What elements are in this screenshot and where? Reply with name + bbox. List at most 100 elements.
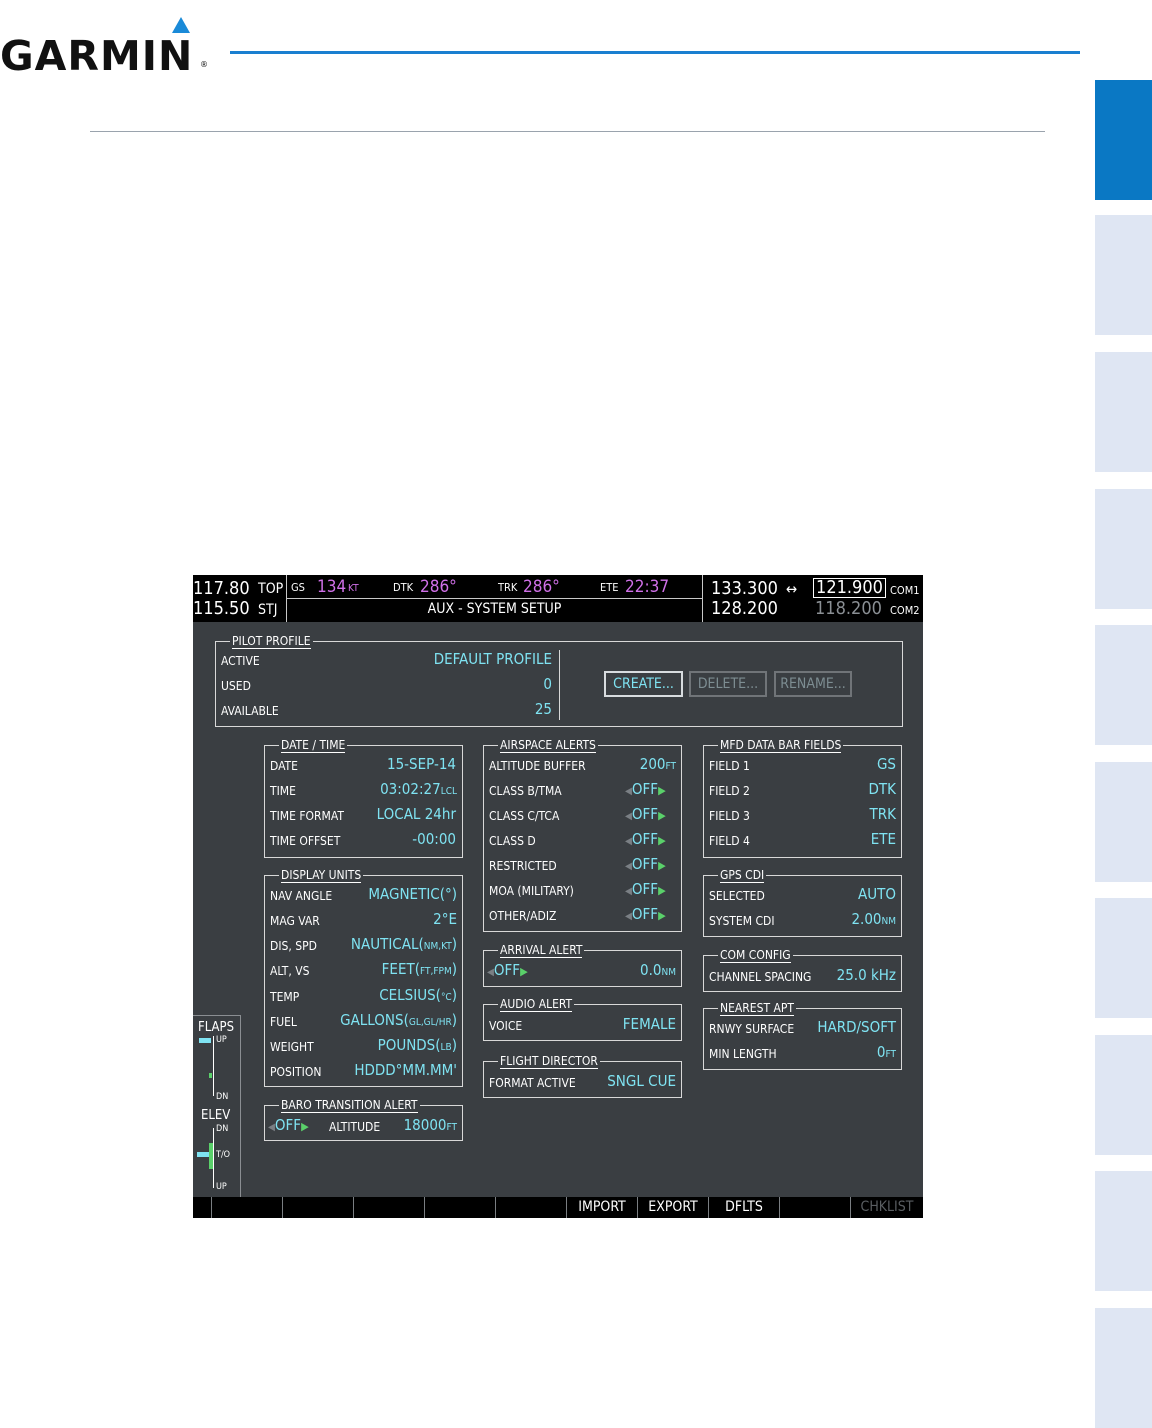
field-2-value[interactable]: DTK [824, 780, 896, 798]
time-format-value[interactable]: LOCAL 24hr [365, 805, 456, 823]
export-softkey[interactable]: EXPORT [637, 1197, 708, 1218]
voice-label: VOICE [489, 1019, 523, 1033]
weight-value[interactable]: POUNDS(LB) [325, 1036, 457, 1054]
time-offset-value[interactable]: -00:00 [365, 830, 456, 848]
rnwy-surface-value[interactable]: HARD/SOFT [804, 1018, 896, 1036]
temp-value[interactable]: CELSIUS(°C) [325, 986, 457, 1004]
delete-button[interactable]: DELETE... [689, 671, 767, 697]
time-value: 03:02:27LCL [380, 780, 457, 798]
softkey-9[interactable] [779, 1197, 850, 1218]
mag-var-value[interactable]: 2°E [335, 910, 457, 928]
moa-toggle[interactable]: ◀OFF▶ [625, 880, 666, 898]
right-arrow-icon: ▶ [301, 1120, 309, 1133]
import-softkey[interactable]: IMPORT [566, 1197, 637, 1218]
elev-to-label: T/O [216, 1150, 231, 1160]
arrival-state-toggle[interactable]: ◀OFF▶ [487, 961, 528, 979]
class-b-label: CLASS B/TMA [489, 784, 562, 798]
dis-spd-value[interactable]: NAUTICAL(NM,KT) [325, 935, 457, 953]
cdi-selected-value[interactable]: AUTO [824, 885, 896, 903]
nav2-ident: STJ [258, 602, 278, 618]
section-tab-10[interactable] [1095, 1308, 1152, 1428]
checklist-softkey[interactable]: CHKLIST [850, 1197, 923, 1218]
nav-angle-label: NAV ANGLE [270, 889, 333, 903]
min-length-value[interactable]: 0FT [824, 1043, 896, 1061]
softkey-3[interactable] [353, 1197, 424, 1218]
field-1-value[interactable]: GS [824, 755, 896, 773]
defaults-softkey[interactable]: DFLTS [708, 1197, 779, 1218]
airspace-alerts-title: AIRSPACE ALERTS [498, 737, 598, 753]
softkey-1[interactable] [211, 1197, 282, 1218]
section-tab-9[interactable] [1095, 1171, 1152, 1291]
section-tab-2[interactable] [1095, 215, 1152, 335]
section-tab-3[interactable] [1095, 352, 1152, 472]
section-tab-1[interactable] [1095, 80, 1152, 200]
baro-altitude-value[interactable]: 18000FT [385, 1116, 457, 1134]
field-4-value[interactable]: ETE [824, 830, 896, 848]
flaps-marker [209, 1073, 212, 1078]
ete-label: ETE [600, 581, 619, 594]
section-rule [90, 131, 1045, 132]
display-units-box: DISPLAY UNITS NAV ANGLE MAGNETIC(°) MAG … [264, 867, 463, 1087]
altitude-buffer-label: ALTITUDE BUFFER [489, 759, 586, 773]
mfd-data-bar-box: MFD DATA BAR FIELDS FIELD 1 GS FIELD 2 D… [703, 737, 902, 858]
pilot-profile-title: PILOT PROFILE [230, 633, 313, 649]
display-units-title: DISPLAY UNITS [279, 867, 364, 883]
create-button[interactable]: CREATE... [604, 671, 683, 697]
date-value[interactable]: 15-SEP-14 [345, 755, 456, 773]
flaps-scale [213, 1036, 214, 1096]
softkey-2[interactable] [282, 1197, 353, 1218]
section-tab-5[interactable] [1095, 625, 1152, 745]
format-active-label: FORMAT ACTIVE [489, 1076, 576, 1090]
frame-mask [484, 905, 681, 908]
rnwy-surface-label: RNWY SURFACE [709, 1022, 795, 1036]
frame-edge [681, 906, 682, 931]
fuel-value[interactable]: GALLONS(GL,GL/HR) [315, 1011, 457, 1029]
voice-value[interactable]: FEMALE [584, 1015, 676, 1033]
field-3-value[interactable]: TRK [824, 805, 896, 823]
position-value[interactable]: HDDD°MM.MM' [335, 1061, 457, 1079]
class-d-toggle[interactable]: ◀OFF▶ [625, 830, 666, 848]
flaps-up-label: UP [216, 1035, 227, 1045]
arrival-distance-value[interactable]: 0.0NM [604, 961, 676, 979]
airspace-alerts-box: AIRSPACE ALERTS ALTITUDE BUFFER 200FT CL… [483, 737, 682, 907]
ete-value: 22:37 [625, 577, 670, 597]
format-active-value[interactable]: SNGL CUE [584, 1072, 676, 1090]
available-value: 25 [534, 700, 552, 718]
trk-label: TRK [498, 581, 518, 594]
flight-director-title: FLIGHT DIRECTOR [498, 1053, 600, 1069]
nav-angle-value[interactable]: MAGNETIC(°) [335, 885, 457, 903]
section-tab-8[interactable] [1095, 1035, 1152, 1155]
nearest-apt-box: NEAREST APT RNWY SURFACE HARD/SOFT MIN L… [703, 1000, 902, 1070]
time-label: TIME [270, 784, 296, 798]
top-status-bar: 117.80 TOP 115.50 STJ GS 134 KT DTK 286°… [193, 575, 923, 622]
section-tab-4[interactable] [1095, 489, 1152, 609]
fuel-label: FUEL [270, 1015, 297, 1029]
profile-divider [559, 650, 560, 720]
position-label: POSITION [270, 1065, 322, 1079]
logo-triangle-icon [172, 17, 190, 33]
alt-vs-value[interactable]: FEET(FT,FPM) [325, 960, 457, 978]
restricted-toggle[interactable]: ◀OFF▶ [625, 855, 666, 873]
section-tab-6[interactable] [1095, 762, 1152, 882]
class-b-toggle[interactable]: ◀OFF▶ [625, 780, 666, 798]
altitude-buffer-value[interactable]: 200FT [604, 755, 676, 773]
com1-standby-freq[interactable]: 121.900 [813, 578, 886, 598]
registered-mark-icon: ® [200, 60, 208, 69]
class-c-label: CLASS C/TCA [489, 809, 560, 823]
com2-standby-freq[interactable]: 118.200 [815, 599, 882, 619]
softkey-5[interactable] [495, 1197, 566, 1218]
gps-cdi-box: GPS CDI SELECTED AUTO SYSTEM CDI 2.00NM [703, 867, 902, 937]
nearest-apt-title: NEAREST APT [718, 1000, 796, 1016]
channel-spacing-value[interactable]: 25.0 kHz [824, 966, 896, 984]
cdi-selected-label: SELECTED [709, 889, 765, 903]
baro-state-toggle[interactable]: ◀OFF▶ [268, 1116, 309, 1134]
section-tab-7[interactable] [1095, 898, 1152, 1018]
left-arrow-icon: ◀ [268, 1122, 275, 1133]
rename-button[interactable]: RENAME... [774, 671, 852, 697]
nav1-ident: TOP [258, 581, 284, 597]
field-3-label: FIELD 3 [709, 809, 750, 823]
softkey-4[interactable] [424, 1197, 495, 1218]
field-2-label: FIELD 2 [709, 784, 750, 798]
class-c-toggle[interactable]: ◀OFF▶ [625, 805, 666, 823]
active-profile-value[interactable]: DEFAULT PROFILE [366, 650, 552, 668]
